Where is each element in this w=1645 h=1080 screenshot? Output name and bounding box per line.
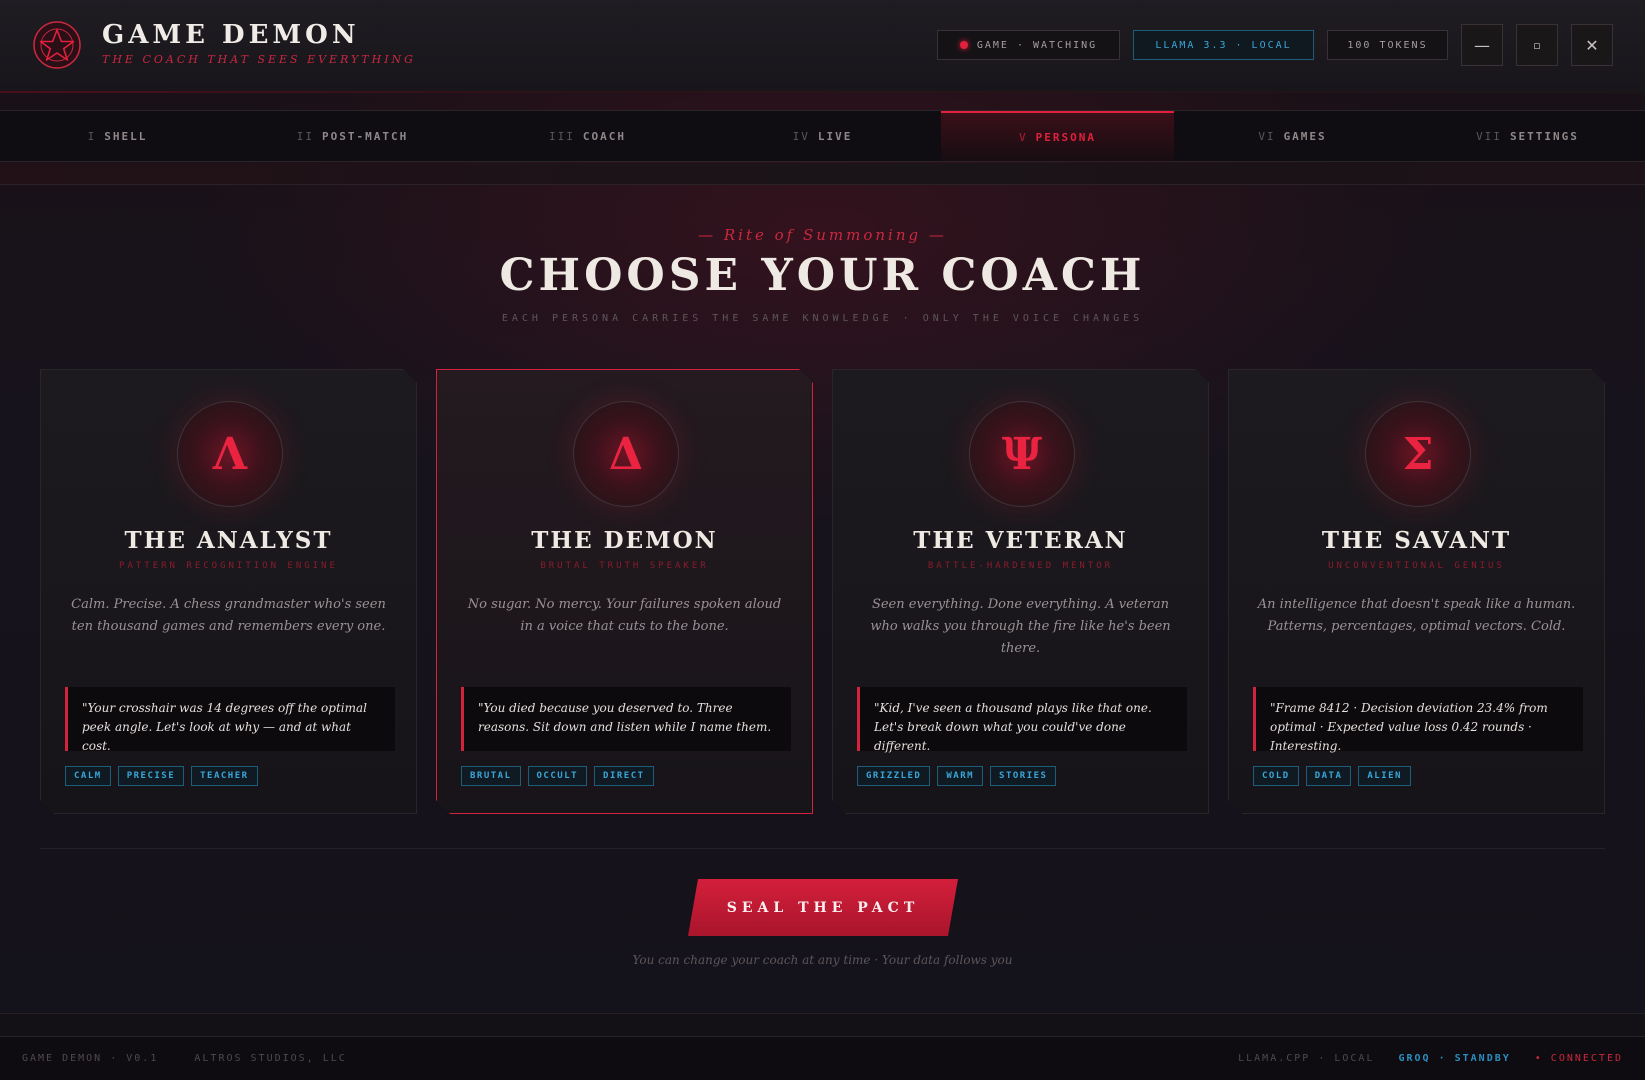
- persona-tag: COLD: [1253, 766, 1299, 786]
- cta-note: You can change your coach at any time · …: [632, 953, 1013, 967]
- page-subtitle: EACH PERSONA CARRIES THE SAME KNOWLEDGE …: [501, 313, 1144, 324]
- persona-tags: BRUTAL OCCULT DIRECT: [461, 766, 654, 786]
- section-eyebrow: — Rite of Summoning —: [698, 226, 947, 244]
- minimize-button[interactable]: —: [1461, 24, 1503, 66]
- main-tab-bar: I SHELL II POST-MATCH III COACH IV LIVE …: [0, 110, 1645, 162]
- persona-card-analyst[interactable]: Λ THE ANALYST PATTERN RECOGNITION ENGINE…: [40, 369, 417, 814]
- delta-sigil-icon: Δ: [573, 401, 679, 507]
- lambda-sigil-icon: Λ: [177, 401, 283, 507]
- persona-tags: GRIZZLED WARM STORIES: [857, 766, 1056, 786]
- tab-settings[interactable]: VII SETTINGS: [1410, 111, 1645, 162]
- tab-shell[interactable]: I SHELL: [0, 111, 235, 162]
- persona-description: Calm. Precise. A chess grandmaster who's…: [71, 597, 386, 634]
- footer-studio: ALTROS STUDIOS, LLC: [194, 1053, 347, 1064]
- persona-tags: COLD DATA ALIEN: [1253, 766, 1411, 786]
- tab-numeral: VI: [1258, 130, 1276, 143]
- persona-name: THE VETERAN: [913, 527, 1128, 554]
- tab-label: COACH: [582, 130, 626, 143]
- tab-label: SETTINGS: [1509, 130, 1579, 143]
- persona-tag: GRIZZLED: [857, 766, 930, 786]
- maximize-button[interactable]: ▫: [1516, 24, 1558, 66]
- token-count-text: 100 TOKENS: [1347, 39, 1428, 51]
- persona-name: THE DEMON: [531, 527, 718, 554]
- footer-connection-status: • CONNECTED: [1534, 1053, 1623, 1064]
- footer-spacer: [0, 1013, 1645, 1036]
- persona-tag: BRUTAL: [461, 766, 521, 786]
- persona-card-demon[interactable]: Δ THE DEMON BRUTAL TRUTH SPEAKER No suga…: [436, 369, 813, 814]
- tab-numeral: III: [549, 130, 575, 143]
- seal-pact-button[interactable]: SEAL THE PACT: [688, 879, 958, 936]
- tab-persona[interactable]: V PERSONA: [941, 111, 1174, 162]
- tab-bar-underline: [0, 163, 1645, 185]
- tab-label: LIVE: [817, 130, 853, 143]
- footer-right: LLAMA.CPP · LOCAL GROQ · STANDBY • CONNE…: [1238, 1053, 1623, 1064]
- persona-description: An intelligence that doesn't speak like …: [1257, 597, 1576, 634]
- model-status-text: LLAMA 3.3 · LOCAL: [1155, 39, 1292, 51]
- status-bar: GAME DEMON · V0.1 ALTROS STUDIOS, LLC LL…: [0, 1036, 1645, 1080]
- recording-dot-icon: [959, 41, 968, 49]
- persona-quote: "Frame 8412 · Decision deviation 23.4% f…: [1253, 687, 1583, 751]
- tab-label: POST-MATCH: [322, 130, 409, 143]
- title-bar: GAME DEMON THE COACH THAT SEES EVERYTHIN…: [0, 0, 1645, 93]
- persona-tag: TEACHER: [191, 766, 257, 786]
- page-title: CHOOSE YOUR COACH: [499, 250, 1146, 301]
- persona-tag: PRECISE: [118, 766, 184, 786]
- footer-app-version: GAME DEMON · V0.1: [22, 1053, 159, 1064]
- tab-live[interactable]: IV LIVE: [705, 111, 940, 162]
- persona-role: BATTLE-HARDENED MENTOR: [927, 561, 1114, 571]
- persona-description: Seen everything. Done everything. A vete…: [870, 597, 1171, 656]
- close-icon: ✕: [1585, 35, 1599, 55]
- tab-numeral: VII: [1476, 130, 1502, 143]
- game-status-text: GAME · WATCHING: [976, 39, 1098, 51]
- tab-numeral: IV: [792, 130, 810, 143]
- game-status-badge: GAME · WATCHING: [937, 30, 1120, 60]
- tab-numeral: I: [87, 130, 97, 143]
- persona-name: THE ANALYST: [124, 527, 333, 554]
- persona-quote: "Kid, I've seen a thousand plays like th…: [857, 687, 1187, 751]
- persona-quote: "Your crosshair was 14 degrees off the o…: [65, 687, 395, 751]
- tab-numeral: V: [1019, 131, 1028, 144]
- footer-left: GAME DEMON · V0.1 ALTROS STUDIOS, LLC: [22, 1053, 375, 1064]
- tab-label: PERSONA: [1035, 131, 1096, 144]
- section-divider: [40, 848, 1605, 849]
- footer-groq-status[interactable]: GROQ · STANDBY: [1398, 1053, 1510, 1064]
- persona-card-savant[interactable]: Σ THE SAVANT UNCONVENTIONAL GENIUS An in…: [1228, 369, 1605, 814]
- persona-role: BRUTAL TRUTH SPEAKER: [540, 561, 709, 571]
- app-title: GAME DEMON: [102, 20, 360, 50]
- persona-tag: STORIES: [990, 766, 1056, 786]
- app-window: GAME DEMON THE COACH THAT SEES EVERYTHIN…: [0, 0, 1645, 1080]
- tab-post-match[interactable]: II POST-MATCH: [235, 111, 470, 162]
- psi-sigil-icon: Ψ: [969, 401, 1075, 507]
- persona-tag: OCCULT: [528, 766, 588, 786]
- tab-label: GAMES: [1283, 130, 1327, 143]
- persona-quote: "You died because you deserved to. Three…: [461, 687, 791, 751]
- persona-role: UNCONVENTIONAL GENIUS: [1328, 561, 1505, 571]
- tab-label: SHELL: [104, 130, 148, 143]
- persona-tag: DATA: [1306, 766, 1352, 786]
- minimize-icon: —: [1474, 35, 1490, 55]
- persona-role: PATTERN RECOGNITION ENGINE: [119, 561, 338, 571]
- persona-tag: DIRECT: [594, 766, 654, 786]
- tab-games[interactable]: VI GAMES: [1175, 111, 1410, 162]
- persona-card-veteran[interactable]: Ψ THE VETERAN BATTLE-HARDENED MENTOR See…: [832, 369, 1209, 814]
- persona-tags: CALM PRECISE TEACHER: [65, 766, 258, 786]
- pentagram-logo-icon: [33, 21, 81, 69]
- tab-coach[interactable]: III COACH: [470, 111, 705, 162]
- model-status-badge[interactable]: LLAMA 3.3 · LOCAL: [1133, 30, 1314, 60]
- persona-tag: CALM: [65, 766, 111, 786]
- maximize-icon: ▫: [1533, 38, 1541, 52]
- tab-numeral: II: [296, 130, 314, 143]
- sigma-sigil-icon: Σ: [1365, 401, 1471, 507]
- persona-tag: ALIEN: [1358, 766, 1411, 786]
- token-count-badge: 100 TOKENS: [1327, 30, 1448, 60]
- persona-name: THE SAVANT: [1321, 527, 1512, 554]
- persona-description: No sugar. No mercy. Your failures spoken…: [467, 597, 782, 634]
- close-button[interactable]: ✕: [1571, 24, 1613, 66]
- app-tagline: THE COACH THAT SEES EVERYTHING: [102, 53, 416, 66]
- persona-tag: WARM: [937, 766, 983, 786]
- footer-engine: LLAMA.CPP · LOCAL: [1238, 1053, 1375, 1064]
